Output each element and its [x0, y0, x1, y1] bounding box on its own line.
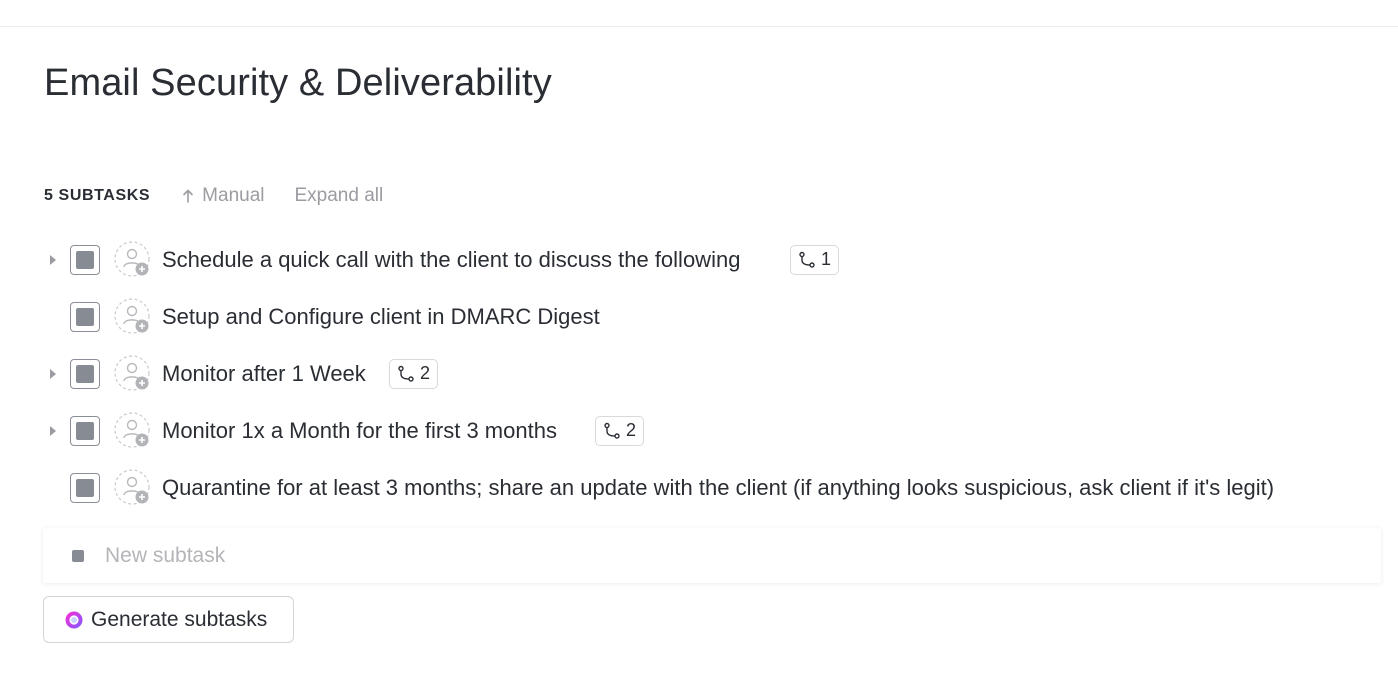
subtask-count-label: 1	[821, 249, 832, 269]
add-assignee-icon[interactable]	[114, 297, 152, 336]
subtask-count-badge[interactable]: 1	[790, 244, 840, 275]
add-assignee-icon[interactable]	[114, 411, 152, 450]
status-checkbox[interactable]	[70, 358, 100, 389]
sort-label: Manual	[202, 185, 265, 206]
add-assignee-icon[interactable]	[114, 468, 152, 507]
subtask-title[interactable]: Monitor 1x a Month for the first 3 month…	[162, 418, 557, 444]
add-assignee-icon[interactable]	[114, 354, 152, 393]
subtask-count-badge[interactable]: 2	[595, 415, 645, 446]
subtask-count-badge[interactable]: 2	[389, 358, 439, 389]
new-subtask-row	[43, 528, 1381, 583]
caret-right-icon[interactable]	[49, 253, 57, 267]
subtask-branch-icon	[604, 422, 620, 439]
ai-sparkle-icon	[65, 611, 83, 628]
status-checkbox[interactable]	[70, 472, 100, 503]
generate-subtasks-label: Generate subtasks	[91, 607, 268, 631]
caret-right-icon[interactable]	[49, 424, 57, 438]
caret-right-icon[interactable]	[49, 367, 57, 381]
subtask-row[interactable]: Setup and Configure client in DMARC Dige…	[0, 288, 1398, 345]
new-subtask-input[interactable]	[105, 543, 1305, 568]
sort-button[interactable]: Manual	[182, 185, 265, 207]
subtask-row[interactable]: Schedule a quick call with the client to…	[0, 231, 1398, 288]
status-dot-icon	[72, 549, 84, 562]
status-checkbox[interactable]	[70, 301, 100, 332]
subtask-count-label: 2	[420, 363, 431, 383]
status-checkbox[interactable]	[70, 415, 100, 446]
top-divider	[0, 26, 1398, 27]
add-assignee-icon[interactable]	[114, 240, 152, 279]
subtask-title[interactable]: Schedule a quick call with the client to…	[162, 247, 740, 273]
subtask-row[interactable]: Monitor after 1 Week 2	[0, 345, 1398, 402]
arrow-up-icon	[183, 189, 193, 203]
subtask-row[interactable]: Quarantine for at least 3 months; share …	[0, 459, 1398, 516]
subtasks-toolbar: 5 SUBTASKS Manual Expand all	[44, 184, 383, 208]
subtask-count-label: 2	[626, 420, 637, 440]
page-title: Email Security & Deliverability	[44, 62, 552, 104]
subtask-count: 5 SUBTASKS	[44, 187, 151, 204]
expand-all-button[interactable]: Expand all	[295, 185, 384, 207]
generate-subtasks-button[interactable]: Generate subtasks	[43, 596, 294, 643]
subtask-title[interactable]: Setup and Configure client in DMARC Dige…	[162, 304, 600, 330]
subtask-title[interactable]: Monitor after 1 Week	[162, 361, 366, 387]
subtask-branch-icon	[799, 251, 815, 268]
status-checkbox[interactable]	[70, 244, 100, 275]
subtask-title[interactable]: Quarantine for at least 3 months; share …	[162, 475, 1274, 501]
subtask-branch-icon	[398, 365, 414, 382]
subtask-row[interactable]: Monitor 1x a Month for the first 3 month…	[0, 402, 1398, 459]
